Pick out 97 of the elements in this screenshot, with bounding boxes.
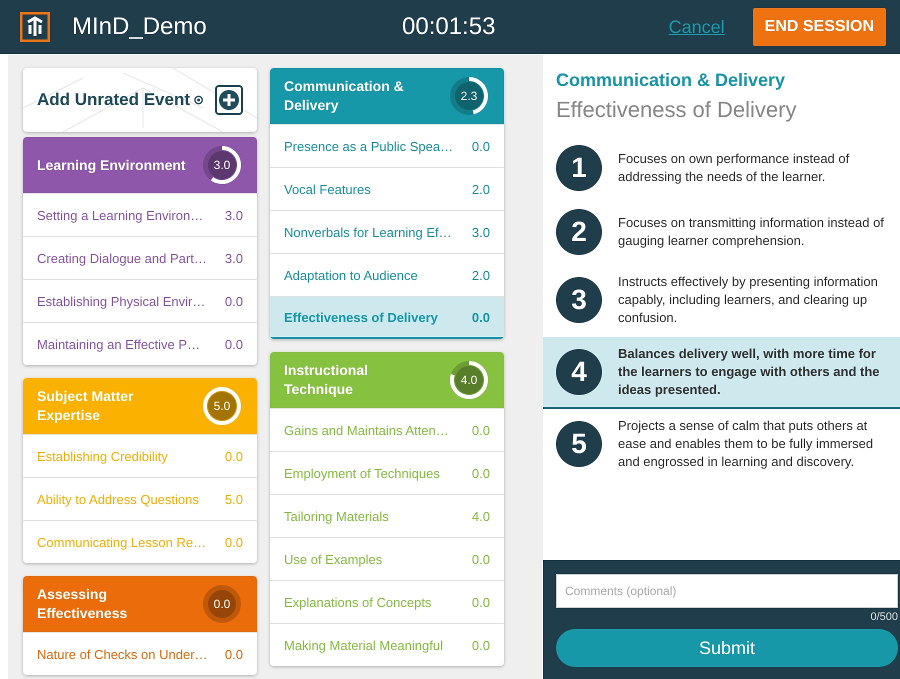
criterion-score: 0.0 [472, 594, 490, 610]
score-value: 4.0 [460, 373, 478, 387]
criterion-label: Explanations of Concepts [284, 594, 432, 610]
criterion-label: Communicating Lesson Re… [37, 534, 208, 550]
character-counter: 0/500 [870, 611, 898, 623]
category-title: Assessing Effectiveness [37, 585, 128, 623]
criterion-row[interactable]: Maintaining an Effective P… 0.0 [23, 322, 257, 365]
criterion-score: 2.0 [472, 268, 490, 282]
criterion-row[interactable]: Establishing Credibility 0.0 [23, 434, 257, 477]
criterion-row[interactable]: Use of Examples 0.0 [270, 537, 504, 580]
rating-description: Focuses on own performance instead of addressing the needs of the learner. [618, 150, 850, 186]
category-title: Learning Environment [37, 156, 186, 174]
criterion-label: Adaptation to Audience [284, 268, 419, 282]
rating-number: 1 [556, 145, 602, 191]
score-value: 2.3 [460, 89, 478, 103]
criterion-row[interactable]: Explanations of Concepts 0.0 [270, 580, 504, 623]
criterion-score: 3.0 [224, 208, 243, 222]
criterion-score: 0.0 [472, 138, 490, 154]
rating-description: Instructs effectively by presenting information capably, including learners, and clearing up confusion. [618, 273, 879, 327]
submit-button[interactable]: Submit [556, 629, 898, 667]
criterion-label: Setting a Learning Environ… [37, 208, 204, 222]
criterion-row[interactable]: Adaptation to Audience 2.0 [270, 253, 504, 296]
criterion-score: 3.0 [224, 250, 243, 266]
cancel-link[interactable]: Cancel [668, 16, 725, 38]
detail-criterion: Effectiveness of Delivery [556, 97, 798, 123]
criterion-label: Effectiveness of Delivery [284, 310, 439, 324]
rating-description: Focuses on transmitting information instead of gauging learner comprehension. [618, 214, 885, 250]
category-title: Communication & Delivery [284, 77, 405, 115]
session-timer: 00:01:53 [402, 13, 496, 41]
criterion-label: Use of Examples [284, 552, 384, 566]
criterion-score: 0.0 [472, 422, 490, 438]
criterion-score: 0.0 [472, 638, 490, 652]
category-header[interactable]: Assessing Effectiveness 0.0 [23, 576, 257, 632]
criterion-row[interactable]: Making Material Meaningful 0.0 [270, 623, 504, 666]
criterion-label: Maintaining an Effective P… [37, 336, 202, 352]
criterion-label: Nature of Checks on Under… [37, 646, 209, 662]
criterion-row[interactable]: Tailoring Materials 4.0 [270, 494, 504, 537]
criterion-score: 3.0 [472, 224, 490, 240]
criterion-label: Creating Dialogue and Part… [37, 250, 208, 266]
criterion-score: 0.0 [472, 310, 490, 324]
criterion-row[interactable]: Nonverbals for Learning Ef… 3.0 [270, 210, 504, 253]
criterion-row[interactable]: Setting a Learning Environ… 3.0 [23, 193, 257, 236]
app-title: MInD_Demo [72, 13, 208, 41]
criterion-label: Making Material Meaningful [284, 638, 444, 652]
criterion-label: Nonverbals for Learning Ef… [284, 224, 453, 240]
criterion-score: 0.0 [224, 646, 243, 662]
add-event-label: Add Unrated Event [37, 90, 190, 110]
score-value: 5.0 [214, 399, 230, 413]
criterion-row[interactable]: Nature of Checks on Under… 0.0 [23, 632, 257, 675]
score-value: 0.0 [214, 597, 230, 611]
category-header[interactable]: Learning Environment 3.0 [23, 137, 257, 193]
plus-icon [218, 89, 240, 111]
criterion-row[interactable]: Presence as a Public Spea… 0.0 [270, 124, 504, 167]
category-header[interactable]: Communication & Delivery 2.3 [270, 68, 504, 124]
rating-number: 5 [556, 421, 602, 467]
criterion-row[interactable]: Effectiveness of Delivery 0.0 [270, 296, 504, 339]
criterion-label: Establishing Physical Envir… [37, 294, 206, 308]
criterion-row[interactable]: Creating Dialogue and Part… 3.0 [23, 236, 257, 279]
criterion-score: 0.0 [472, 466, 490, 480]
criterion-score: 0.0 [224, 448, 243, 464]
category-header[interactable]: Subject Matter Expertise 5.0 [23, 378, 257, 434]
add-button[interactable] [215, 85, 243, 115]
rating-number: 4 [556, 349, 602, 395]
rating-description: Projects a sense of calm that puts others at ease and enables them to be fully immersed and engrossed in learning and discovery. [618, 417, 874, 471]
rating-option[interactable]: 4 Balances delivery well, with more time for the learners to engage with others and the ideas presented. [543, 337, 900, 409]
criterion-label: Presence as a Public Spea… [284, 138, 454, 154]
score-value: 3.0 [214, 158, 230, 172]
criterion-label: Establishing Credibility [37, 448, 169, 464]
comments-field[interactable]: Comments (optional) [556, 574, 898, 608]
criterion-label: Employment of Techniques [284, 466, 441, 480]
criterion-row[interactable]: Establishing Physical Envir… 0.0 [23, 279, 257, 322]
target-icon [194, 95, 204, 105]
rating-description: Balances delivery well, with more time for the learners to engage with others and the ideas presented. [618, 345, 880, 399]
criterion-score: 0.0 [224, 534, 243, 550]
criterion-row[interactable]: Vocal Features 2.0 [270, 167, 504, 210]
criterion-label: Ability to Address Questions [37, 492, 200, 506]
criterion-row[interactable]: Employment of Techniques 0.0 [270, 451, 504, 494]
category-header[interactable]: Instructional Technique 4.0 [270, 352, 504, 408]
detail-category: Communication & Delivery [556, 70, 786, 91]
criterion-score: 4.0 [472, 508, 490, 524]
criterion-score: 0.0 [224, 336, 243, 352]
criterion-label: Tailoring Materials [284, 508, 390, 524]
category-title: Subject Matter Expertise [37, 387, 134, 425]
criterion-label: Gains and Maintains Atten… [284, 422, 450, 438]
category-title: Instructional Technique [284, 361, 370, 399]
criterion-score: 5.0 [224, 492, 243, 506]
logo-icon [20, 12, 50, 42]
criterion-score: 0.0 [224, 294, 243, 308]
criterion-row[interactable]: Gains and Maintains Atten… 0.0 [270, 408, 504, 451]
criterion-row[interactable]: Communicating Lesson Re… 0.0 [23, 520, 257, 563]
rating-number: 3 [556, 277, 602, 323]
rating-number: 2 [556, 209, 602, 255]
end-session-button[interactable]: END SESSION [752, 8, 886, 46]
criterion-row[interactable]: Ability to Address Questions 5.0 [23, 477, 257, 520]
criterion-score: 0.0 [472, 552, 490, 566]
criterion-score: 2.0 [472, 182, 490, 196]
criterion-label: Vocal Features [284, 182, 372, 196]
